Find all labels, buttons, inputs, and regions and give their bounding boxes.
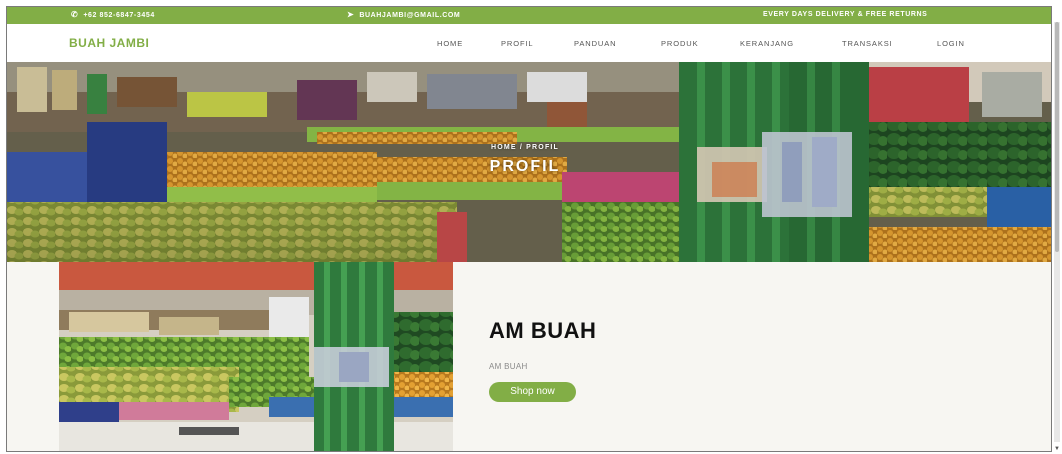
store-interior-image (59, 262, 453, 451)
scrollbar-thumb[interactable] (1055, 22, 1059, 252)
page-title: PROFIL (489, 158, 561, 175)
nav-item-login[interactable]: LOGIN (937, 39, 965, 48)
nav-item-produk[interactable]: PRODUK (661, 39, 699, 48)
browser-viewport: ✆ +62 852-6847-3454 ➤ BUAHJAMBI@GMAIL.CO… (6, 6, 1052, 452)
nav-item-home[interactable]: HOME (437, 39, 463, 48)
profile-section: AM BUAH AM BUAH Shop now (7, 262, 1051, 451)
nav-item-keranjang[interactable]: KERANJANG (740, 39, 794, 48)
product-subtitle: AM BUAH (489, 362, 528, 371)
page-scrollbar[interactable] (1054, 22, 1060, 442)
main-navbar: BUAH JAMBI HOME PROFIL PANDUAN PRODUK KE… (7, 24, 1051, 62)
hero-banner: HOME / PROFIL PROFIL (7, 62, 1051, 262)
nav-item-panduan[interactable]: PANDUAN (574, 39, 616, 48)
product-title: AM BUAH (489, 318, 597, 343)
phone-contact[interactable]: ✆ +62 852-6847-3454 (71, 11, 155, 19)
email-contact[interactable]: ➤ BUAHJAMBI@GMAIL.COM (347, 11, 460, 19)
breadcrumb: HOME / PROFIL (490, 144, 560, 151)
phone-number: +62 852-6847-3454 (83, 11, 155, 19)
promo-text: EVERY DAYS DELIVERY & FREE RETURNS (763, 11, 927, 18)
email-address: BUAHJAMBI@GMAIL.COM (359, 11, 461, 19)
nav-item-transaksi[interactable]: TRANSAKSI (842, 39, 893, 48)
shop-now-button[interactable]: Shop now (489, 382, 576, 402)
paper-plane-icon: ➤ (347, 10, 355, 19)
promo-label: EVERY DAYS DELIVERY & FREE RETURNS (763, 11, 928, 18)
scroll-down-arrow-icon[interactable]: ▼ (1052, 444, 1062, 454)
nav-menu: HOME PROFIL PANDUAN PRODUK KERANJANG TRA… (7, 39, 1051, 51)
store-photo (59, 262, 453, 451)
top-info-bar: ✆ +62 852-6847-3454 ➤ BUAHJAMBI@GMAIL.CO… (7, 7, 1051, 24)
nav-item-profil[interactable]: PROFIL (501, 39, 534, 48)
phone-icon: ✆ (71, 10, 79, 19)
